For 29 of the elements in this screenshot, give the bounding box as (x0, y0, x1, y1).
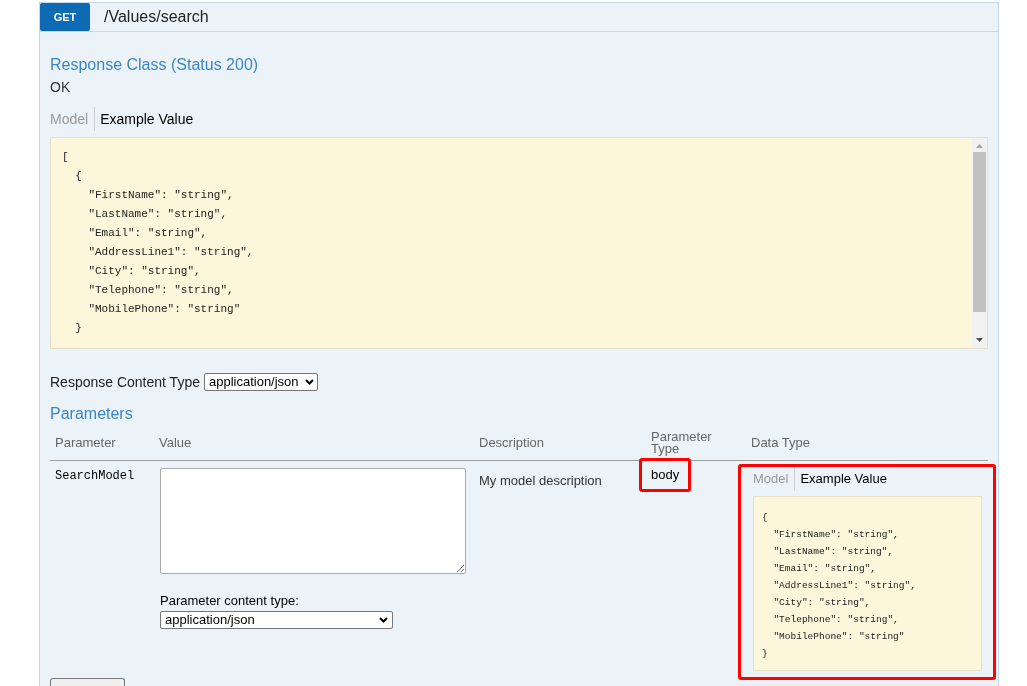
field-label: Parameter content type: (160, 593, 299, 609)
parameter-name: SearchModel (55, 468, 135, 484)
section-heading: Parameters (50, 405, 133, 423)
chevron-down-icon (379, 617, 388, 623)
column-header: Data Type (751, 437, 811, 449)
scrollbar[interactable] (972, 138, 987, 348)
field-label: Response Content Type (50, 374, 200, 390)
down-triangle-icon (976, 338, 983, 342)
column-header: Value (159, 437, 192, 449)
column-header: Parameter Type (651, 431, 713, 455)
scrollbar-thumb[interactable] (973, 152, 986, 312)
endpoint-path[interactable]: /Values/search (104, 3, 209, 31)
status-text: OK (50, 79, 71, 95)
example-json: { "FirstName": "string", "LastName": "string", "Email": "string", "AddressLine1": "string", "City": "string", "Telephone": "string", "MobilePhone": "string" } (761, 511, 916, 661)
tab[interactable]: Example Value (94, 107, 194, 131)
parameter-description: My model description (479, 473, 602, 488)
column-header: Parameter (55, 437, 116, 449)
example-json: [ { "FirstName": "string", "LastName": "string", "Email": "string", "AddressLine1": "string", "City": "string", "Telephone": "string", "MobilePhone": "string" } (61, 150, 254, 336)
up-triangle-icon (976, 144, 983, 148)
tab[interactable]: Example Value (794, 467, 887, 491)
button[interactable] (50, 678, 125, 686)
chevron-down-icon (304, 379, 314, 385)
content-type-select[interactable]: application/json (203, 373, 318, 391)
value-textarea[interactable] (160, 468, 466, 574)
parameter-type: body (639, 458, 692, 492)
section-heading: Response Class (Status 200) (50, 56, 259, 74)
method-badge: GET (40, 3, 90, 31)
content-type-select[interactable]: application/json (160, 611, 393, 629)
column-header: Description (479, 437, 545, 449)
